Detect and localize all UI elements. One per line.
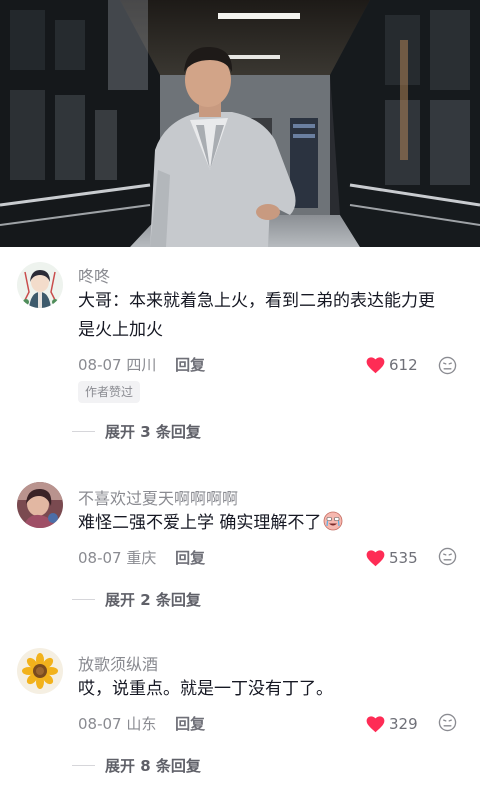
divider-line [72, 431, 95, 432]
dislike-face-icon[interactable] [438, 356, 457, 375]
reply-button[interactable]: 回复 [175, 356, 205, 374]
crying-face-emoji [324, 511, 343, 531]
heart-icon [366, 715, 385, 732]
expand-replies-label: 展开 2 条回复 [105, 591, 201, 609]
expand-replies-button[interactable]: 展开 3 条回复 [72, 421, 201, 442]
comment-text-content: 难怪二强不爱上学 确实理解不了 [78, 513, 322, 533]
comment-meta: 08-07 四川 回复 [78, 354, 205, 375]
reply-button[interactable]: 回复 [175, 549, 205, 567]
video-still-image [0, 0, 480, 247]
video-frame[interactable] [0, 0, 480, 247]
reply-button[interactable]: 回复 [175, 715, 205, 733]
like-button[interactable]: 612 [366, 356, 418, 374]
comment-text[interactable]: 难怪二强不爱上学 确实理解不了 [78, 509, 442, 538]
comment-date: 08-07 [78, 549, 122, 567]
divider-line [72, 765, 95, 766]
divider-line [72, 599, 95, 600]
comment-meta: 08-07 山东 回复 [78, 713, 205, 734]
photo-avatar-icon[interactable] [17, 482, 63, 528]
comment-username[interactable]: 咚咚 [78, 263, 110, 287]
comment-username[interactable]: 放歌须纵酒 [78, 651, 158, 675]
like-button[interactable]: 535 [366, 549, 418, 567]
comment-text[interactable]: 哎，说重点。就是一丁没有丁了。 [78, 675, 442, 704]
expand-replies-label: 展开 8 条回复 [105, 757, 201, 775]
anime-avatar-icon[interactable] [17, 262, 63, 308]
heart-icon [366, 549, 385, 566]
comment-date: 08-07 [78, 356, 122, 374]
author-liked-badge: 作者赞过 [78, 381, 141, 403]
sunflower-avatar-icon[interactable] [17, 648, 63, 694]
expand-replies-button[interactable]: 展开 8 条回复 [72, 755, 201, 776]
comment-text[interactable]: 大哥：本来就着急上火，看到二弟的表达能力更是火上加火 [78, 287, 442, 345]
comment-username[interactable]: 不喜欢过夏天啊啊啊啊 [78, 485, 238, 509]
comment-meta: 08-07 重庆 回复 [78, 547, 205, 568]
comment-location: 山东 [126, 715, 157, 733]
comment-location: 重庆 [126, 549, 157, 567]
like-count: 612 [389, 356, 418, 374]
dislike-face-icon[interactable] [438, 713, 457, 732]
comment-date: 08-07 [78, 715, 122, 733]
heart-icon [366, 356, 385, 373]
like-button[interactable]: 329 [366, 715, 418, 733]
comment-location: 四川 [126, 356, 157, 374]
like-count: 329 [389, 715, 418, 733]
like-count: 535 [389, 549, 418, 567]
expand-replies-button[interactable]: 展开 2 条回复 [72, 589, 201, 610]
expand-replies-label: 展开 3 条回复 [105, 423, 201, 441]
dislike-face-icon[interactable] [438, 547, 457, 566]
